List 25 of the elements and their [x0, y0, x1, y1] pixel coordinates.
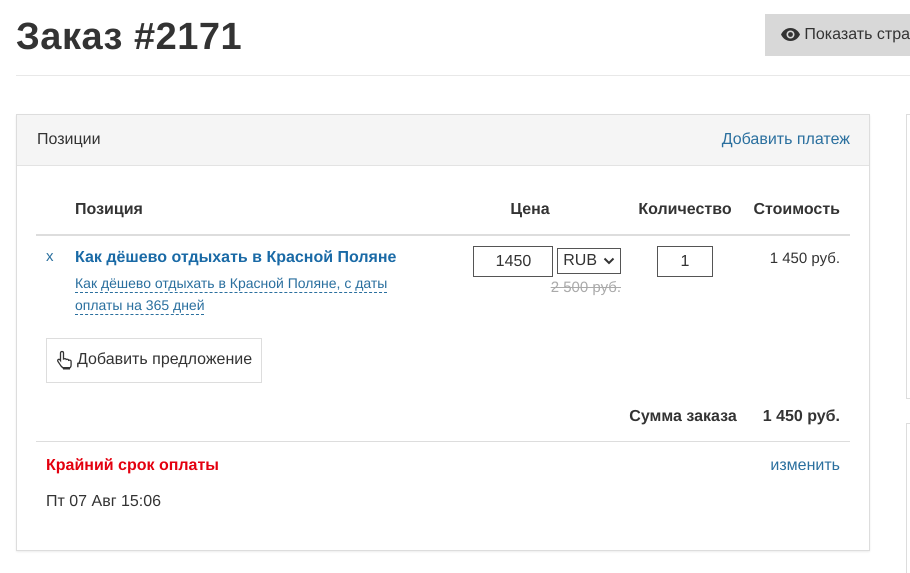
column-header: Стоимость: [745, 186, 850, 235]
column-header: Позиция: [75, 186, 435, 235]
total-value: 1 450 руб.: [762, 406, 840, 426]
position-link[interactable]: Как дёшево отдыхать в Красной Поляне: [75, 249, 396, 266]
column-header: Цена: [435, 186, 625, 235]
preview-button[interactable]: Показать стра: [765, 14, 910, 56]
cost-text: 1 450 руб.: [770, 250, 840, 267]
hand-pointer-icon: [56, 350, 74, 370]
add-offer-button[interactable]: Добавить предложение: [46, 338, 262, 382]
offer-link[interactable]: Как дёшево отдыхать в Красной Поляне, с даты оплаты на 365 дней: [75, 272, 405, 316]
quantity-field[interactable]: 1: [657, 246, 713, 277]
add-payment-link[interactable]: Добавить платеж: [722, 128, 850, 152]
column-header: Количество: [625, 186, 745, 235]
total-label: Сумма заказа: [629, 406, 737, 426]
deadline-date: Пт 07 Авг 15:06: [46, 492, 162, 510]
change-link[interactable]: изменить: [770, 454, 840, 478]
old-price: 2 500 руб.: [550, 279, 621, 296]
remove-link[interactable]: x: [46, 248, 54, 265]
price-field[interactable]: 1450: [473, 246, 554, 277]
eye-icon: [781, 28, 800, 41]
caret-icon: [603, 257, 615, 265]
deadline-label: Крайний срок оплаты: [46, 456, 219, 476]
page-title: Заказ #2171: [16, 14, 242, 60]
currency-select[interactable]: RUB: [557, 248, 621, 274]
card-title: Позиции: [37, 130, 101, 150]
